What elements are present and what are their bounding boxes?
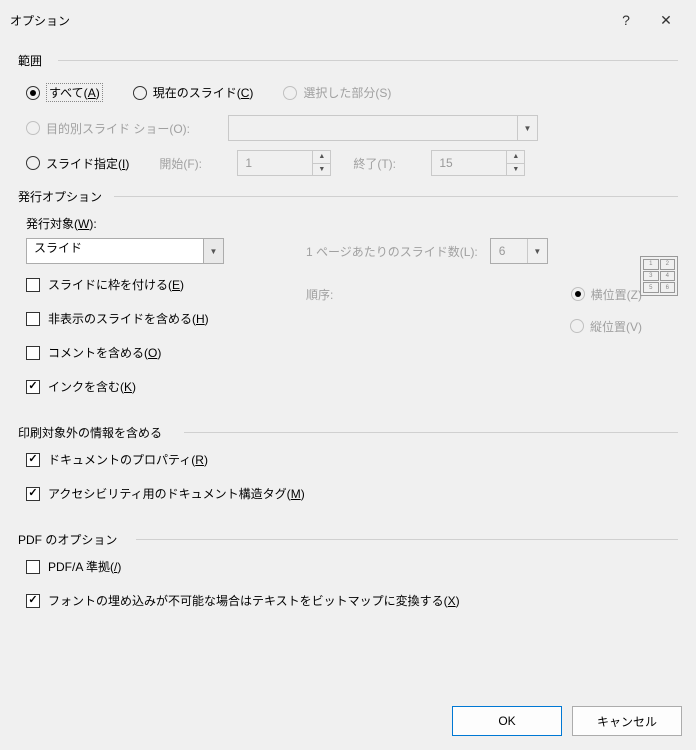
chevron-down-icon: ▼ bbox=[203, 239, 223, 263]
cancel-button[interactable]: キャンセル bbox=[572, 706, 682, 736]
checkbox-bitmap-label: フォントの埋め込みが不可能な場合はテキストをビットマップに変換する(X) bbox=[48, 592, 460, 609]
close-button[interactable]: ✕ bbox=[646, 12, 686, 29]
checkbox-checked-icon bbox=[26, 487, 40, 501]
radio-horizontal: 横位置(Z) bbox=[571, 286, 642, 303]
publish-target-label: 発行対象(W): bbox=[26, 215, 678, 232]
radio-slide-spec[interactable]: スライド指定(I) bbox=[26, 155, 129, 172]
radio-icon bbox=[26, 156, 40, 170]
chevron-down-icon: ▼ bbox=[517, 116, 537, 140]
checkbox-ink-label: インクを含む(K) bbox=[48, 378, 136, 395]
radio-all-label: すべて(A) bbox=[46, 83, 103, 102]
start-spinner: 1 ▲▼ bbox=[237, 150, 331, 176]
checkbox-checked-icon bbox=[26, 453, 40, 467]
radio-dot-icon bbox=[26, 86, 40, 100]
checkbox-frame-label: スライドに枠を付ける(E) bbox=[48, 276, 184, 293]
spin-down-icon: ▼ bbox=[312, 164, 330, 176]
radio-icon bbox=[26, 121, 40, 135]
radio-horizontal-label: 横位置(Z) bbox=[591, 286, 642, 303]
group-pdf-heading: PDF のオプション bbox=[18, 525, 678, 552]
radio-icon bbox=[133, 86, 147, 100]
group-publish-heading: 発行オプション bbox=[18, 182, 678, 209]
radio-custom-show-label: 目的別スライド ショー(O): bbox=[46, 120, 190, 137]
checkbox-hidden[interactable]: 非表示のスライドを含める(H) bbox=[26, 310, 209, 327]
start-value: 1 bbox=[245, 156, 252, 170]
checkbox-icon bbox=[26, 278, 40, 292]
order-label: 順序: bbox=[306, 286, 376, 303]
radio-vertical-label: 縦位置(V) bbox=[590, 318, 642, 335]
ok-button[interactable]: OK bbox=[452, 706, 562, 736]
spin-down-icon: ▼ bbox=[506, 164, 524, 176]
end-label: 終了(T): bbox=[353, 155, 423, 172]
checkbox-hidden-label: 非表示のスライドを含める(H) bbox=[48, 310, 209, 327]
checkbox-comments-label: コメントを含める(O) bbox=[48, 344, 161, 361]
radio-custom-show: 目的別スライド ショー(O): bbox=[26, 120, 190, 137]
radio-icon bbox=[570, 319, 584, 333]
publish-target-value: スライド bbox=[27, 241, 82, 255]
checkbox-bitmap[interactable]: フォントの埋め込みが不可能な場合はテキストをビットマップに変換する(X) bbox=[26, 592, 460, 609]
custom-show-dropdown: ▼ bbox=[228, 115, 538, 141]
radio-current-slide[interactable]: 現在のスライド(C) bbox=[133, 84, 254, 101]
checkbox-a11y-label: アクセシビリティ用のドキュメント構造タグ(M) bbox=[48, 485, 305, 502]
help-button[interactable]: ? bbox=[606, 12, 646, 28]
checkbox-checked-icon bbox=[26, 380, 40, 394]
radio-selected-part: 選択した部分(S) bbox=[283, 84, 391, 101]
radio-vertical: 縦位置(V) bbox=[570, 318, 642, 335]
radio-icon bbox=[283, 86, 297, 100]
radio-all[interactable]: すべて(A) bbox=[26, 83, 103, 102]
radio-dot-icon bbox=[571, 287, 585, 301]
checkbox-icon bbox=[26, 346, 40, 360]
dialog-footer: OK キャンセル bbox=[452, 706, 682, 736]
checkbox-frame[interactable]: スライドに枠を付ける(E) bbox=[26, 276, 184, 293]
layout-preview-icon: 12 34 56 bbox=[640, 256, 678, 296]
group-nonprint-heading: 印刷対象外の情報を含める bbox=[18, 418, 678, 445]
slides-per-page-value: 6 bbox=[499, 244, 506, 258]
start-label: 開始(F): bbox=[159, 155, 229, 172]
end-value: 15 bbox=[439, 156, 452, 170]
chevron-down-icon: ▼ bbox=[527, 239, 547, 263]
radio-selected-part-label: 選択した部分(S) bbox=[303, 84, 391, 101]
slides-per-page-dropdown: 6 ▼ bbox=[490, 238, 548, 264]
checkbox-a11y[interactable]: アクセシビリティ用のドキュメント構造タグ(M) bbox=[26, 485, 305, 502]
radio-slide-spec-label: スライド指定(I) bbox=[46, 155, 129, 172]
group-range-heading: 範囲 bbox=[18, 46, 678, 73]
slides-per-page-label: 1 ページあたりのスライド数(L): bbox=[306, 243, 478, 260]
checkbox-ink[interactable]: インクを含む(K) bbox=[26, 378, 136, 395]
end-spinner: 15 ▲▼ bbox=[431, 150, 525, 176]
radio-current-label: 現在のスライド(C) bbox=[153, 84, 254, 101]
checkbox-icon bbox=[26, 312, 40, 326]
spin-up-icon: ▲ bbox=[312, 151, 330, 164]
checkbox-icon bbox=[26, 560, 40, 574]
publish-target-dropdown[interactable]: スライド ▼ bbox=[26, 238, 224, 264]
titlebar: オプション ? ✕ bbox=[0, 0, 696, 40]
checkbox-docprops-label: ドキュメントのプロパティ(R) bbox=[48, 451, 208, 468]
checkbox-pdfa-label: PDF/A 準拠(/) bbox=[48, 558, 121, 575]
checkbox-pdfa[interactable]: PDF/A 準拠(/) bbox=[26, 558, 121, 575]
checkbox-checked-icon bbox=[26, 594, 40, 608]
spin-up-icon: ▲ bbox=[506, 151, 524, 164]
checkbox-comments[interactable]: コメントを含める(O) bbox=[26, 344, 161, 361]
checkbox-docprops[interactable]: ドキュメントのプロパティ(R) bbox=[26, 451, 208, 468]
dialog-title: オプション bbox=[10, 12, 606, 29]
